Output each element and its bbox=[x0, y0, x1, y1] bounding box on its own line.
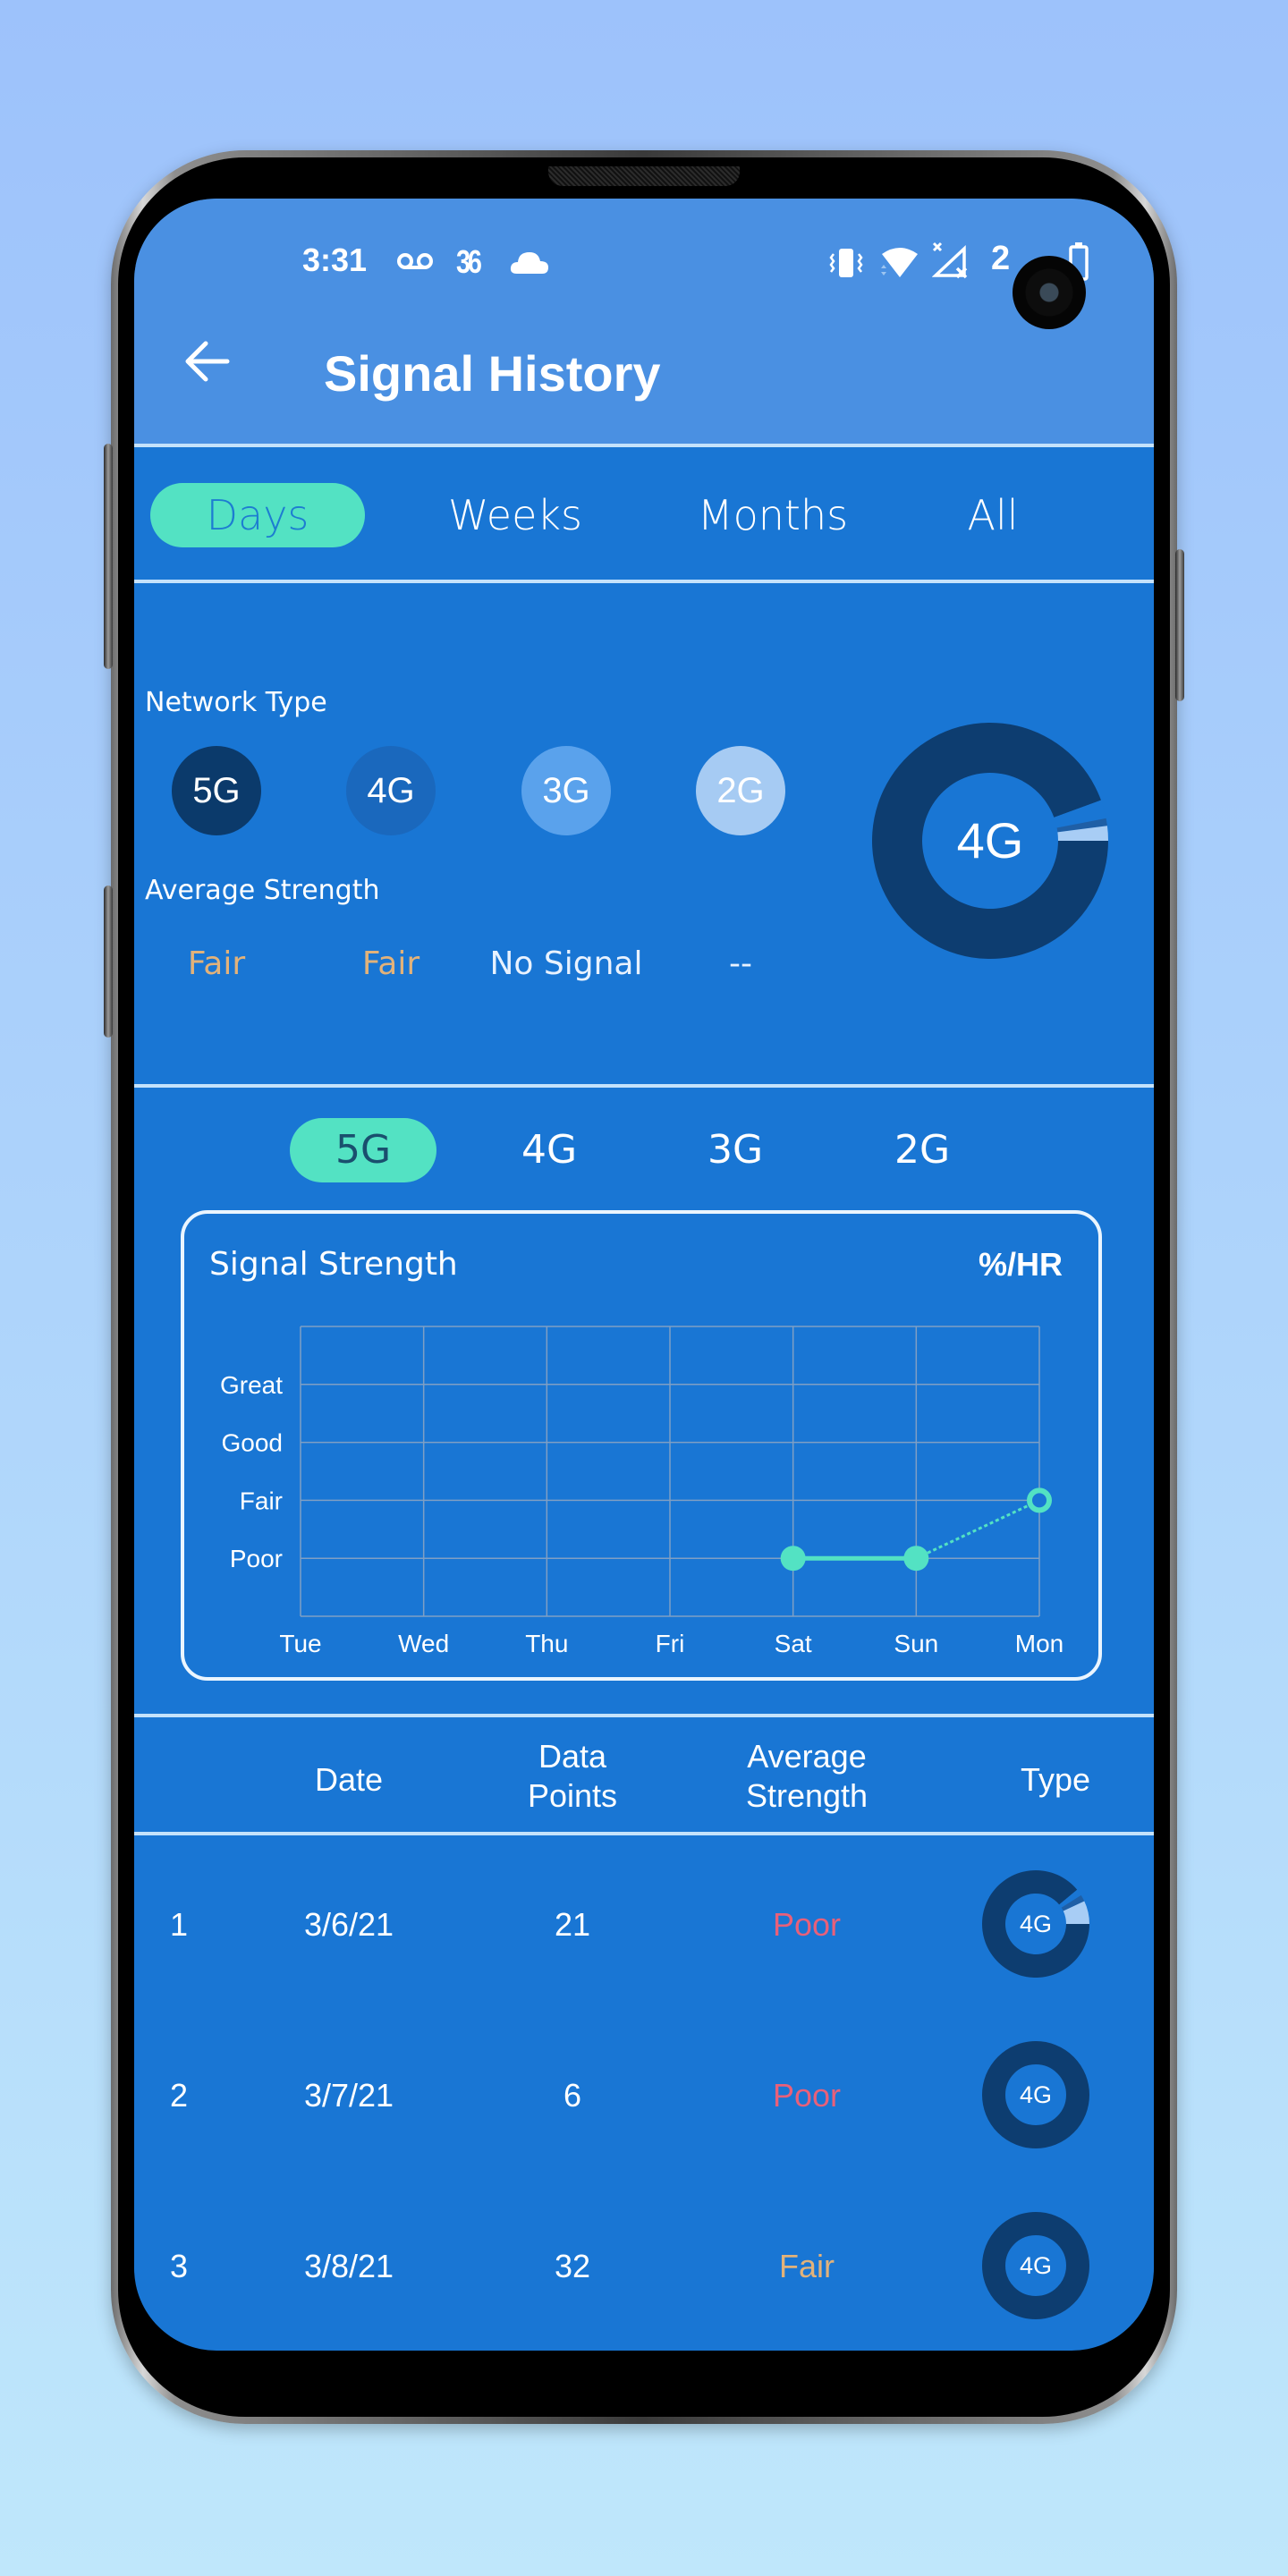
tab-5g[interactable]: 5G bbox=[290, 1118, 436, 1182]
signal-strength-line-chart: Poor Fair Good Great Tue Wed Thu Fri Sat Sun Mon bbox=[220, 1326, 1063, 1657]
back-arrow-icon[interactable] bbox=[179, 333, 236, 390]
avg-strength-2g: -- bbox=[729, 945, 752, 982]
tab-months[interactable]: Months bbox=[674, 483, 871, 547]
avg-strength-5g: Fair bbox=[187, 945, 246, 982]
table-row[interactable]: 2 3/7/21 6 Poor 4G bbox=[134, 2027, 1154, 2197]
row-type-label: 4G bbox=[1019, 2252, 1053, 2279]
y-tick-label: Good bbox=[222, 1429, 284, 1457]
signal-no-service-icon bbox=[932, 242, 968, 279]
network-circle-4g[interactable]: 4G bbox=[346, 746, 436, 835]
row-data-points: 21 bbox=[554, 1906, 591, 1943]
network-circle-3g[interactable]: 3G bbox=[521, 746, 611, 835]
column-header-text: Data bbox=[538, 1738, 607, 1775]
column-header-text: Average bbox=[747, 1738, 867, 1775]
row-data-points: 6 bbox=[563, 2077, 582, 2114]
row-index: 2 bbox=[169, 2077, 189, 2114]
data-point-sun[interactable] bbox=[903, 1546, 929, 1572]
row-type-label: 4G bbox=[1019, 1911, 1053, 1937]
temperature-36-icon: 36 bbox=[456, 243, 482, 280]
column-header-text: Type bbox=[1020, 1761, 1091, 1798]
cloud-icon bbox=[510, 252, 548, 274]
table-row[interactable]: 1 3/6/21 21 Poor 4G bbox=[134, 1856, 1154, 2026]
column-header-text: Strength bbox=[745, 1777, 869, 1814]
screen: 3:31 36 2 Signal History Days Weeks Mont… bbox=[134, 199, 1154, 2351]
tab-2g[interactable]: 2G bbox=[869, 1118, 976, 1182]
earpiece-speaker bbox=[548, 166, 740, 186]
side-button-power bbox=[1175, 549, 1184, 701]
column-header-data-points: Data Points bbox=[501, 1737, 644, 1816]
wifi-icon bbox=[881, 248, 918, 277]
divider bbox=[134, 1714, 1154, 1717]
row-index: 1 bbox=[169, 1906, 189, 1943]
y-tick-label: Fair bbox=[240, 1487, 283, 1514]
signal-strength-chart-card: Signal Strength %/HR Poor Fair Good Great Tu… bbox=[181, 1210, 1102, 1681]
x-tick-label: Mon bbox=[1015, 1630, 1063, 1657]
x-tick-label: Tue bbox=[279, 1630, 321, 1657]
row-date: 3/8/21 bbox=[303, 2248, 394, 2284]
column-header-average-strength: Average Strength bbox=[717, 1737, 896, 1816]
tab-weeks[interactable]: Weeks bbox=[426, 483, 605, 547]
x-tick-label: Thu bbox=[525, 1630, 568, 1657]
x-tick-label: Sat bbox=[775, 1630, 812, 1657]
network-type-label: Network Type bbox=[145, 687, 327, 718]
donut-center-label: 4G bbox=[956, 812, 1024, 869]
network-circle-5g[interactable]: 5G bbox=[172, 746, 261, 835]
average-strength-label: Average Strength bbox=[145, 875, 380, 906]
row-type-label: 4G bbox=[1019, 2081, 1053, 2108]
network-circle-label: 3G bbox=[542, 770, 590, 810]
row-index: 3 bbox=[169, 2248, 189, 2284]
table-row[interactable]: 3 3/8/21 32 Fair 4G bbox=[134, 2198, 1154, 2351]
app-bar: 3:31 36 2 Signal History bbox=[134, 199, 1154, 445]
status-time: 3:31 bbox=[302, 242, 368, 278]
network-circle-label: 5G bbox=[192, 770, 241, 810]
side-button-volume bbox=[104, 444, 113, 669]
battery-percent: 2 bbox=[991, 240, 1011, 277]
x-tick-label: Wed bbox=[398, 1630, 449, 1657]
tab-4g[interactable]: 4G bbox=[496, 1118, 603, 1182]
row-date: 3/6/21 bbox=[303, 1906, 394, 1943]
column-header-text: Points bbox=[527, 1777, 618, 1814]
column-header-date: Date bbox=[277, 1760, 420, 1800]
x-tick-label: Sun bbox=[894, 1630, 938, 1657]
divider bbox=[134, 580, 1154, 583]
y-tick-label: Great bbox=[220, 1371, 283, 1399]
column-header-type: Type bbox=[993, 1760, 1118, 1800]
row-average-strength: Poor bbox=[772, 2077, 842, 2114]
tab-all[interactable]: All bbox=[939, 483, 1046, 547]
divider bbox=[134, 1832, 1154, 1835]
divider bbox=[134, 1084, 1154, 1088]
network-circle-label: 2G bbox=[716, 770, 765, 810]
vibrate-icon bbox=[829, 249, 863, 277]
page-title: Signal History bbox=[324, 345, 661, 402]
row-average-strength: Fair bbox=[779, 2248, 835, 2284]
data-point-mon[interactable] bbox=[1027, 1487, 1052, 1513]
avg-strength-4g: Fair bbox=[361, 945, 420, 982]
status-bar: 3:31 36 2 bbox=[134, 234, 1154, 329]
series-line-projected bbox=[915, 1499, 1040, 1560]
row-date: 3/7/21 bbox=[303, 2077, 394, 2114]
tab-3g[interactable]: 3G bbox=[682, 1118, 789, 1182]
data-point-sat[interactable] bbox=[780, 1546, 806, 1572]
divider bbox=[134, 444, 1154, 447]
avg-strength-3g: No Signal bbox=[489, 945, 643, 982]
y-tick-label: Poor bbox=[230, 1545, 283, 1572]
row-data-points: 32 bbox=[554, 2248, 591, 2284]
row-average-strength: Poor bbox=[772, 1906, 842, 1943]
front-camera bbox=[1013, 256, 1086, 329]
column-header-text: Date bbox=[314, 1761, 384, 1798]
network-circle-2g[interactable]: 2G bbox=[696, 746, 785, 835]
side-button-bixby bbox=[104, 886, 113, 1038]
voicemail-icon bbox=[397, 253, 433, 269]
x-tick-label: Fri bbox=[656, 1630, 685, 1657]
tab-days[interactable]: Days bbox=[150, 483, 365, 547]
network-circle-label: 4G bbox=[367, 770, 415, 810]
